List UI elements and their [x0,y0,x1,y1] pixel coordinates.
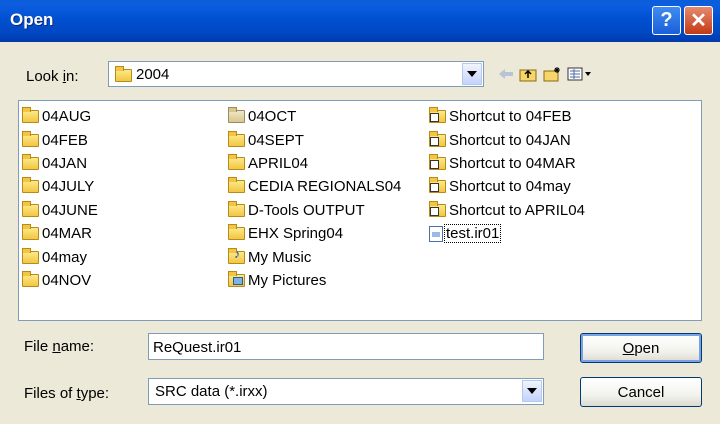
file-column-2: 04OCT 04SEPT APRIL04 CEDIA REGIONALS04 D… [228,105,402,292]
list-item[interactable]: 04OCT [228,105,402,128]
list-item[interactable]: EHX Spring04 [228,222,402,245]
folder-icon [228,153,245,170]
list-item[interactable]: D-Tools OUTPUT [228,199,402,222]
shortcut-folder-icon [429,130,446,147]
file-name-label: File name: [24,338,95,355]
folder-icon [228,107,245,124]
file-list[interactable]: 04AUG 04FEB 04JAN 04JULY 04JUNE 04MAR 04… [18,100,702,321]
back-arrow-icon[interactable] [495,64,517,84]
up-folder-icon[interactable] [517,64,539,84]
shortcut-folder-icon [429,200,446,217]
new-folder-icon[interactable] [541,64,563,84]
shortcut-folder-icon [429,153,446,170]
chevron-down-icon[interactable] [462,63,482,85]
folder-icon [228,177,245,194]
file-type-dropdown[interactable]: SRC data (*.irxx) [148,378,544,405]
cancel-button[interactable]: Cancel [580,377,702,407]
list-item[interactable]: My Pictures [228,269,402,292]
list-item[interactable]: APRIL04 [228,152,402,175]
list-item[interactable]: CEDIA REGIONALS04 [228,175,402,198]
close-button[interactable]: ✕ [684,6,713,35]
file-type-value: SRC data (*.irxx) [155,383,268,400]
shortcut-folder-icon [429,177,446,194]
file-icon [429,225,443,242]
music-folder-icon [228,247,245,264]
folder-icon [22,247,39,264]
look-in-label: Look in: [26,68,79,85]
title-bar[interactable]: Open ? ✕ [0,0,720,42]
look-in-value: 2004 [115,65,169,83]
folder-icon [115,65,132,82]
folder-icon [22,107,39,124]
dialog-title: Open [10,10,54,29]
open-button[interactable]: Open [580,333,702,363]
folder-icon [22,270,39,287]
list-item[interactable]: 04AUG [22,105,99,128]
file-name-input[interactable]: ReQuest.ir01 [148,333,544,360]
list-item[interactable]: Shortcut to 04may [429,175,586,198]
shortcut-folder-icon [429,107,446,124]
list-item[interactable]: Shortcut to 04MAR [429,152,586,175]
list-item[interactable]: 04FEB [22,128,99,151]
folder-icon [22,177,39,194]
list-item[interactable]: 04SEPT [228,128,402,151]
file-type-label: Files of type: [24,385,110,402]
folder-icon [228,130,245,147]
folder-icon [22,224,39,241]
folder-icon [228,200,245,217]
list-item[interactable]: Shortcut to 04FEB [429,105,586,128]
open-dialog: Open ? ✕ Look in: 2004 04AUG 04FEB 04JAN… [0,0,720,424]
folder-icon [22,130,39,147]
pictures-folder-icon [228,270,245,287]
list-item[interactable]: My Music [228,245,402,268]
view-menu-icon[interactable] [566,64,596,84]
list-item[interactable]: Shortcut to 04JAN [429,128,586,151]
list-item[interactable]: 04JAN [22,152,99,175]
list-item[interactable]: test.ir01 [429,222,586,245]
file-column-3: Shortcut to 04FEB Shortcut to 04JAN Shor… [429,105,586,245]
folder-icon [22,200,39,217]
help-button[interactable]: ? [652,6,681,35]
file-column-1: 04AUG 04FEB 04JAN 04JULY 04JUNE 04MAR 04… [22,105,99,292]
list-item[interactable]: 04may [22,245,99,268]
open-button-label: Open [622,339,660,357]
folder-icon [22,153,39,170]
look-in-dropdown[interactable]: 2004 [108,61,484,87]
folder-icon [228,224,245,241]
list-item[interactable]: 04NOV [22,269,99,292]
chevron-down-icon[interactable] [522,380,542,402]
list-item[interactable]: 04MAR [22,222,99,245]
list-item[interactable]: Shortcut to APRIL04 [429,199,586,222]
list-item[interactable]: 04JUNE [22,199,99,222]
list-item[interactable]: 04JULY [22,175,99,198]
